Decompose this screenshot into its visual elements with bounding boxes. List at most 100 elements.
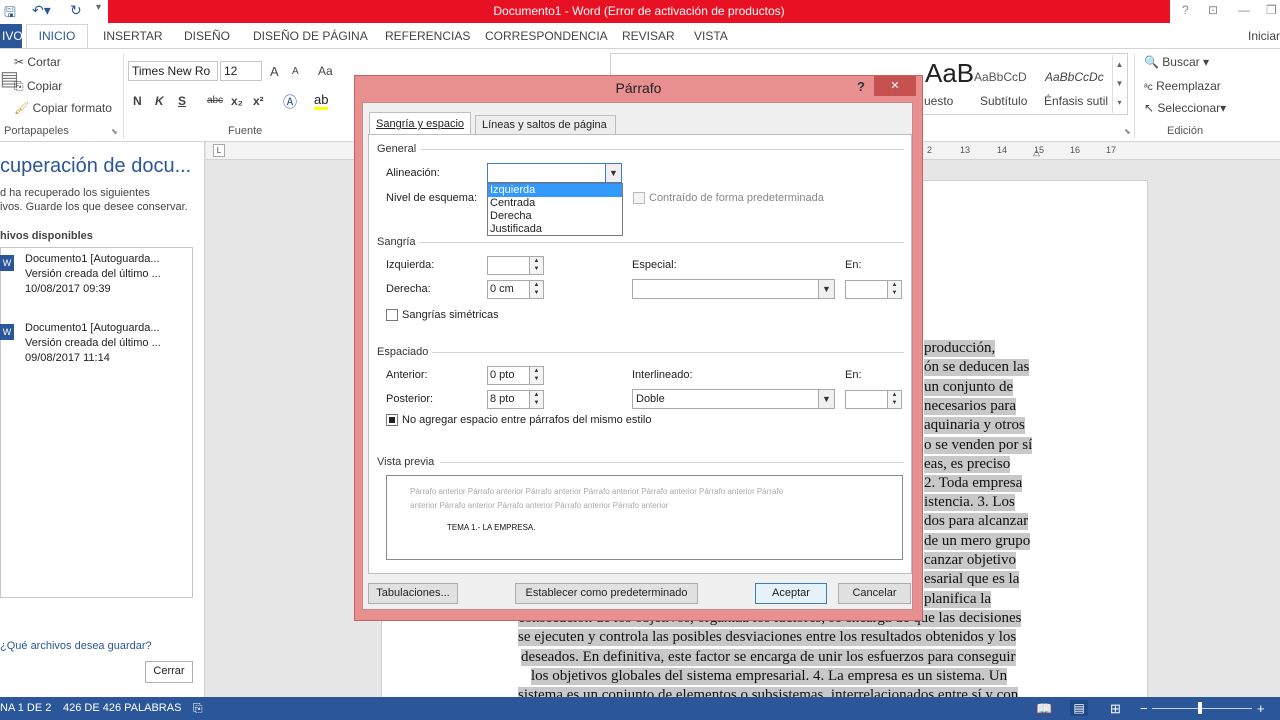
indent-right-input[interactable]: 0 cm ▲ ▼ xyxy=(487,280,544,299)
style-emphasis-label: Énfasis sutil xyxy=(1044,94,1109,108)
subscript-button[interactable]: x₂ xyxy=(231,94,243,108)
style-subtitle-preview[interactable]: AaBbCcD xyxy=(974,70,1027,84)
ribbon-display-icon[interactable]: ⊡ xyxy=(1208,3,1218,17)
spinner-icon[interactable]: ▲ ▼ xyxy=(529,367,543,384)
alignment-option-izquierda[interactable]: Izquierda xyxy=(488,184,622,197)
web-layout-icon[interactable]: ⊞ xyxy=(1110,697,1121,720)
shrink-font-button[interactable]: A xyxy=(292,66,299,77)
zoom-slider-thumb[interactable] xyxy=(1198,702,1202,714)
special-select[interactable]: ▼ xyxy=(632,279,835,299)
italic-button[interactable]: K xyxy=(155,94,164,108)
tab-correspondencia[interactable]: CORRESPONDENCIA xyxy=(485,29,608,43)
alignment-option-justificada[interactable]: Justificada xyxy=(488,223,622,236)
doc-line: dos para alcanzar xyxy=(924,513,1029,530)
underline-button[interactable]: S xyxy=(178,94,186,108)
read-mode-icon[interactable]: 📖 xyxy=(1036,697,1052,720)
tabs-button[interactable]: Tabulaciones... xyxy=(368,583,458,604)
ruler-mark: 13 xyxy=(960,145,971,155)
tab-diseno-pagina[interactable]: DISEÑO DE PÁGINA xyxy=(253,29,368,43)
cancel-button[interactable]: Cancelar xyxy=(838,583,911,604)
alignment-option-centrada[interactable]: Centrada xyxy=(488,197,622,210)
line-spacing-at-input[interactable]: ▲ ▼ xyxy=(845,390,902,409)
sign-in-link[interactable]: Iniciar xyxy=(1248,29,1280,43)
spinner-icon[interactable]: ▲ ▼ xyxy=(529,257,543,274)
indent-right-label: Derecha: xyxy=(386,283,431,295)
collapsed-label: Contraído de forma predeterminada xyxy=(649,192,824,204)
right-indent-marker-icon[interactable]: △ xyxy=(1033,147,1040,158)
mirror-indents-checkbox[interactable] xyxy=(386,309,398,321)
qat-customize-icon[interactable]: ▾ xyxy=(96,2,101,13)
zoom-out-icon[interactable]: − xyxy=(1140,697,1148,720)
print-layout-icon[interactable]: ▤ xyxy=(1070,700,1088,716)
doc-line: eas, es preciso xyxy=(924,456,1011,473)
set-default-button[interactable]: Establecer como predeterminado xyxy=(515,583,698,604)
style-emphasis-preview[interactable]: AaBbCcDc xyxy=(1045,70,1104,84)
help-button[interactable]: ? xyxy=(1182,3,1189,17)
ok-button[interactable]: Aceptar xyxy=(755,583,827,604)
file-date: 09/08/2017 11:14 xyxy=(25,352,110,364)
copy-button[interactable]: ⎘ Copiar xyxy=(14,79,62,94)
spinner-icon[interactable]: ▲ ▼ xyxy=(529,281,543,298)
spinner-icon[interactable]: ▲ ▼ xyxy=(529,391,543,408)
chevron-down-icon[interactable]: ▼ xyxy=(605,164,621,182)
chevron-down-icon[interactable]: ▼ xyxy=(818,280,834,298)
spinner-icon[interactable]: ▲ ▼ xyxy=(887,281,901,298)
zoom-slider[interactable] xyxy=(1152,708,1252,709)
font-size-box[interactable]: 12 xyxy=(220,61,262,81)
proofing-icon[interactable]: ⎘ xyxy=(193,697,203,720)
divider xyxy=(421,149,904,150)
change-case-button[interactable]: Aa xyxy=(318,64,333,78)
find-button[interactable]: 🔍 Buscar ▾ xyxy=(1144,55,1209,69)
which-files-link[interactable]: ¿Qué archivos desea guardar? xyxy=(0,640,152,652)
alignment-select[interactable]: ▼ xyxy=(487,163,622,183)
indent-left-input[interactable]: ▲ ▼ xyxy=(487,256,544,275)
tab-referencias[interactable]: REFERENCIAS xyxy=(385,29,470,43)
tab-line-page-breaks[interactable]: Líneas y saltos de página xyxy=(475,115,616,134)
word-count[interactable]: 426 DE 426 PALABRAS xyxy=(63,697,181,720)
collapsed-checkbox[interactable] xyxy=(633,192,645,204)
dialog-launcher-icon[interactable]: ⬊ xyxy=(111,127,118,136)
styles-launcher-icon[interactable]: ⬊ xyxy=(1124,127,1131,136)
tab-inicio[interactable]: INICIO xyxy=(26,24,88,49)
spacing-after-input[interactable]: 8 pto ▲ ▼ xyxy=(487,390,544,409)
style-title-preview[interactable]: AaB xyxy=(925,58,974,89)
superscript-button[interactable]: x² xyxy=(253,94,264,108)
text-effects-icon[interactable]: Ⓐ xyxy=(283,92,297,112)
restore-icon[interactable]: ❐ xyxy=(1266,3,1277,17)
font-name-box[interactable]: Times New Ro xyxy=(128,61,218,81)
alignment-option-derecha[interactable]: Derecha xyxy=(488,210,622,223)
tab-archivo[interactable]: IVO xyxy=(0,24,23,48)
format-painter-button[interactable]: 🖌 Copiar formato xyxy=(14,101,112,115)
line-spacing-select[interactable]: Doble ▼ xyxy=(632,389,835,409)
file-name: Documento1 [Autoguarda... xyxy=(25,253,160,265)
undo-icon[interactable]: ↶▾ xyxy=(32,2,51,19)
indent-by-input[interactable]: ▲ ▼ xyxy=(845,280,902,299)
preview-current-line: TEMA 1.- LA EMPRESA. xyxy=(447,523,536,532)
tab-revisar[interactable]: REVISAR xyxy=(622,29,675,43)
zoom-in-icon[interactable]: + xyxy=(1257,697,1265,720)
bold-button[interactable]: N xyxy=(133,94,142,108)
tab-vista[interactable]: VISTA xyxy=(694,29,728,43)
close-recovery-button[interactable]: Cerrar xyxy=(145,661,193,683)
minimize-button[interactable]: — xyxy=(1238,3,1250,17)
dialog-help-button[interactable]: ? xyxy=(857,79,865,94)
cut-button[interactable]: ✂ Cortar xyxy=(14,55,61,69)
tab-indent-spacing[interactable]: Sangría y espacio xyxy=(369,112,471,135)
save-icon[interactable]: 🖫 xyxy=(4,2,16,26)
highlight-icon[interactable]: ab xyxy=(314,92,329,110)
tab-diseno[interactable]: DISEÑO xyxy=(184,29,230,43)
replace-button[interactable]: ᵃc Reemplazar xyxy=(1144,79,1221,93)
redo-icon[interactable]: ↻ xyxy=(70,2,82,19)
strikethrough-button[interactable]: abc xyxy=(207,95,223,106)
dialog-close-button[interactable]: ✕ xyxy=(874,76,916,96)
spacing-before-input[interactable]: 0 pto ▲ ▼ xyxy=(487,366,544,385)
gallery-scroll-icon[interactable]: ▲ ▼ ▾ xyxy=(1112,55,1126,113)
tab-insertar[interactable]: INSERTAR xyxy=(103,29,163,43)
grow-font-button[interactable]: A xyxy=(270,64,279,79)
spinner-icon[interactable]: ▲ ▼ xyxy=(887,391,901,408)
no-space-checkbox[interactable] xyxy=(386,414,398,426)
tab-selector-icon[interactable]: L xyxy=(213,144,225,157)
select-button[interactable]: ↖ Seleccionar▾ xyxy=(1144,101,1226,115)
page-count[interactable]: NA 1 DE 2 xyxy=(0,697,51,720)
chevron-down-icon[interactable]: ▼ xyxy=(818,390,834,408)
